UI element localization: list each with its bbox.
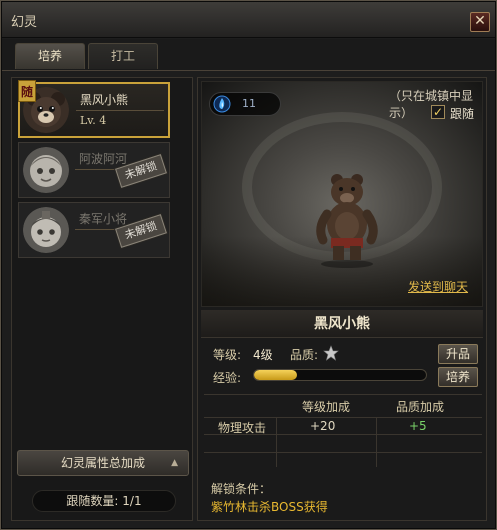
follow-count-label: 跟随数量 xyxy=(66,494,115,508)
qin-soldier-avatar xyxy=(23,207,69,253)
spirit-detail-panel: 11 （只在城镇中显示） ✓ 跟随 发送到聊天 黑风小熊 等级: 4级 品质: … xyxy=(197,77,487,521)
pet-name-title: 黑风小熊 xyxy=(201,310,483,338)
level-bonus-value: +20 xyxy=(310,419,336,433)
spirit-name: 秦军小将 xyxy=(79,212,128,226)
window-title: 幻灵 xyxy=(11,15,38,30)
spirit-card-qin-soldier[interactable]: 秦军小将 未解锁 xyxy=(18,202,170,258)
table-divider xyxy=(376,417,377,467)
follow-count-value: 1/1 xyxy=(122,494,142,508)
header-quality-bonus: 品质加成 xyxy=(396,400,445,414)
name-divider xyxy=(76,110,164,111)
abo-avatar xyxy=(23,147,69,193)
exp-bar-fill xyxy=(254,370,297,380)
spirit-card-black-bear[interactable]: 随 黑风小熊 Lv. 4 xyxy=(18,80,170,138)
exp-label: 经验: xyxy=(213,371,242,385)
triangle-up-icon: ▲ xyxy=(171,458,178,468)
total-bonus-button[interactable]: 幻灵属性总加成 ▲ xyxy=(17,450,189,476)
quality-label: 品质: xyxy=(290,348,319,362)
exp-bar xyxy=(253,369,427,381)
follow-badge: 随 xyxy=(18,80,36,102)
level-value: 4级 xyxy=(253,348,273,362)
unlock-condition-label: 解锁条件： xyxy=(211,482,272,496)
spirit-card-abo[interactable]: 阿波阿河 未解锁 xyxy=(18,142,170,198)
spirit-list-panel: 随 黑风小熊 Lv. 4 阿波阿河 未解锁 秦军小将 未解锁 幻灵属性总加成 ▲… xyxy=(11,77,193,521)
follow-label: 跟随 xyxy=(450,107,475,121)
spirit-window: 幻灵 ✕ 培养 打工 随 黑风小熊 Lv. 4 阿波阿河 未解锁 秦军小将 未解… xyxy=(0,0,497,530)
spirit-level: Lv. 4 xyxy=(80,114,107,127)
blue-flame-icon xyxy=(213,95,231,113)
upgrade-quality-button[interactable]: 升品 xyxy=(438,344,478,364)
follow-count: 跟随数量: 1/1 xyxy=(32,490,176,512)
follow-checkbox[interactable]: ✓ xyxy=(431,105,445,119)
black-bear-model xyxy=(316,174,378,268)
level-label: 等级: xyxy=(213,348,242,362)
spirit-name: 阿波阿河 xyxy=(79,152,128,166)
spirit-preview-scene: 11 （只在城镇中显示） ✓ 跟随 发送到聊天 xyxy=(201,81,483,307)
title-bar: 幻灵 ✕ xyxy=(2,2,495,38)
tab-work[interactable]: 打工 xyxy=(88,43,158,69)
close-button[interactable]: ✕ xyxy=(470,12,490,32)
train-button[interactable]: 培养 xyxy=(438,367,478,387)
total-bonus-label: 幻灵属性总加成 xyxy=(60,456,145,470)
send-to-chat-link[interactable]: 发送到聊天 xyxy=(408,278,468,295)
bonus-table: 等级加成 品质加成 物理攻击 +20 +5 xyxy=(204,394,482,467)
header-level-bonus: 等级加成 xyxy=(302,400,351,414)
tab-bar: 培养 打工 xyxy=(2,39,495,71)
tab-train[interactable]: 培养 xyxy=(15,43,85,69)
table-row-empty xyxy=(204,435,482,453)
spirit-name: 黑风小熊 xyxy=(80,93,129,107)
energy-indicator: 11 xyxy=(209,92,281,116)
energy-value: 11 xyxy=(242,97,256,110)
unlock-condition-text: 紫竹林击杀BOSS获得 xyxy=(211,500,328,514)
quality-star-icon xyxy=(323,345,339,361)
table-divider xyxy=(276,417,277,467)
quality-bonus-value: +5 xyxy=(409,419,427,433)
attr-name: 物理攻击 xyxy=(218,421,267,435)
table-row: 物理攻击 +20 +5 xyxy=(204,417,482,435)
